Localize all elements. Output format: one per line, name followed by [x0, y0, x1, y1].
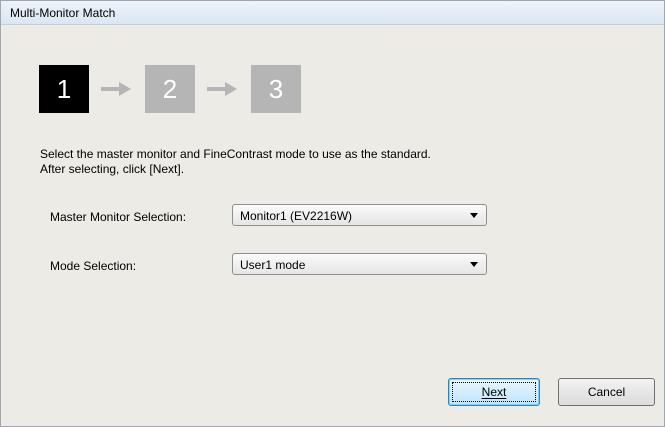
master-monitor-label: Master Monitor Selection: [50, 210, 187, 224]
window-title: Multi-Monitor Match [10, 6, 116, 20]
mode-selection-label: Mode Selection: [50, 259, 137, 273]
chevron-down-icon [470, 262, 478, 267]
focus-ring [452, 382, 536, 402]
right-arrow-icon [207, 82, 237, 96]
step-3-indicator: 3 [251, 65, 301, 113]
mode-select[interactable]: User1 mode [232, 253, 487, 275]
master-monitor-value: Monitor1 (EV2216W) [240, 209, 353, 223]
step-2-indicator: 2 [145, 65, 195, 113]
instruction-text-secondary: After selecting, click [Next]. [40, 162, 185, 176]
cancel-button-label: Cancel [587, 385, 626, 399]
right-arrow-icon [101, 82, 131, 96]
step-1-indicator: 1 [39, 65, 89, 113]
next-button[interactable]: Next [448, 378, 540, 406]
cancel-button[interactable]: Cancel [558, 378, 655, 406]
instruction-text: Select the master monitor and FineContra… [40, 147, 431, 161]
mode-value: User1 mode [240, 258, 306, 272]
title-bar[interactable]: Multi-Monitor Match [1, 1, 664, 25]
dialog-window: Multi-Monitor Match 1 2 3 Select the mas… [0, 0, 665, 427]
chevron-down-icon [470, 213, 478, 218]
master-monitor-select[interactable]: Monitor1 (EV2216W) [232, 204, 487, 226]
